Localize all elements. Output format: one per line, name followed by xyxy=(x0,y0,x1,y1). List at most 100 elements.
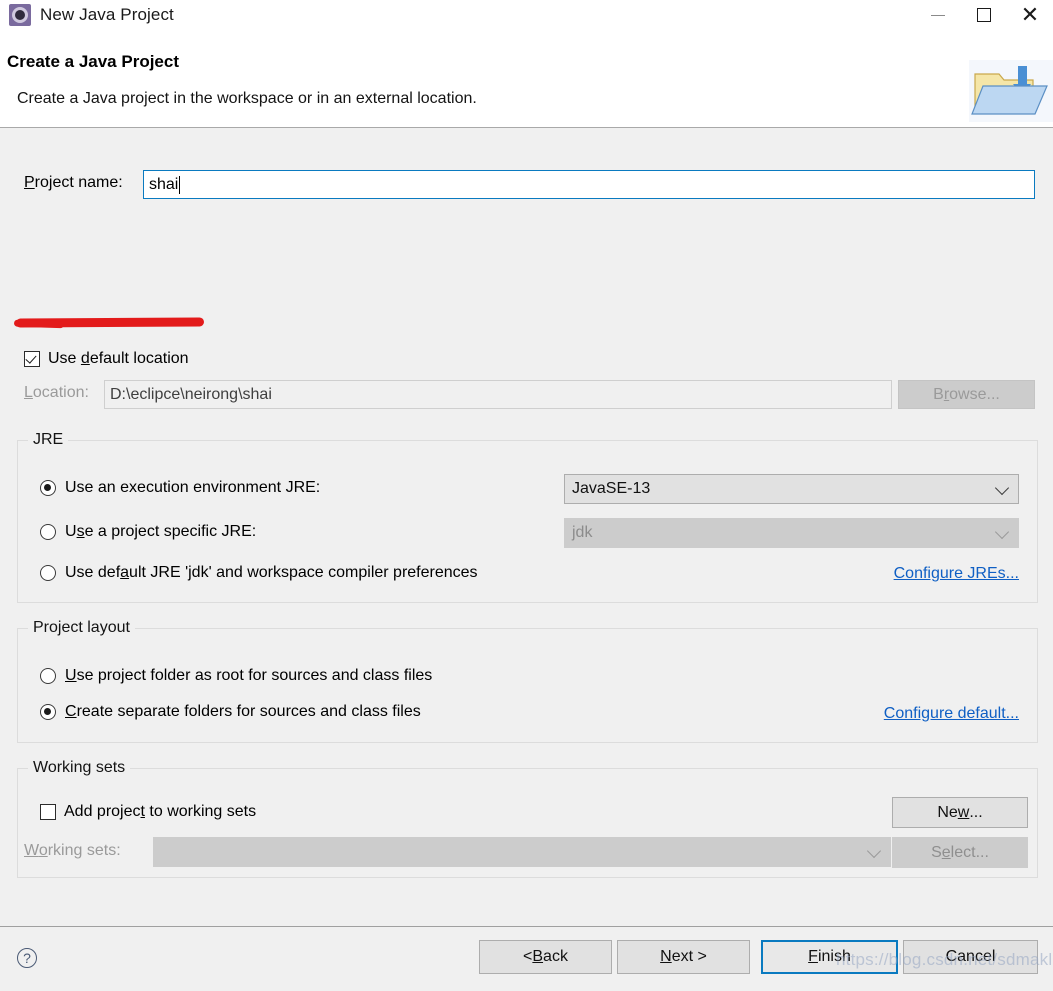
label-part-rest: se project folder as root for sources an… xyxy=(76,667,433,684)
finish-button[interactable]: Finish xyxy=(761,940,898,974)
minimize-icon xyxy=(931,14,945,16)
help-icon[interactable]: ? xyxy=(17,948,37,968)
label-part-before: Add projec xyxy=(64,803,141,820)
label-part-after: inish xyxy=(817,948,851,965)
label-part-after: Cancel xyxy=(945,948,996,965)
label-part-after: lect... xyxy=(950,843,989,861)
project-name-label-mnemonic: P xyxy=(24,174,35,191)
label-part-before: < xyxy=(523,948,533,965)
back-button[interactable]: < Back xyxy=(479,940,612,974)
cancel-button[interactable]: Cancel xyxy=(903,940,1038,974)
java-project-folder-icon xyxy=(969,60,1053,122)
radio-separate-folders[interactable]: Create separate folders for sources and … xyxy=(40,703,421,721)
project-jre-value: jdk xyxy=(572,524,593,541)
label-part-mnemonic: s xyxy=(76,523,85,540)
label-part-mnemonic: B xyxy=(532,948,544,965)
label-part-after: ack xyxy=(543,948,568,965)
radio-separate-folders-label: Create separate folders for sources and … xyxy=(65,703,421,721)
radio-icon xyxy=(40,565,56,581)
label-part-mnemonic: F xyxy=(808,948,818,965)
location-value: D:\eclipce\neirong\shai xyxy=(110,385,272,403)
use-default-location-label: Use default location xyxy=(48,350,189,368)
radio-default-jre[interactable]: Use default JRE 'jdk' and workspace comp… xyxy=(40,564,478,582)
radio-project-specific-jre[interactable]: Use a project specific JRE: xyxy=(40,523,256,541)
dialog-footer: ? < Back Next > Finish Cancel xyxy=(0,927,1053,989)
label-part-after: ult JRE 'jdk' and workspace compiler pre… xyxy=(129,564,478,581)
project-layout-group-title: Project layout xyxy=(28,619,135,637)
next-button[interactable]: Next > xyxy=(617,940,750,974)
configure-default-link[interactable]: Configure default... xyxy=(884,705,1019,723)
execution-environment-value: JavaSE-13 xyxy=(572,480,651,497)
window-controls: ✕ xyxy=(915,0,1053,30)
add-project-to-working-sets-checkbox[interactable]: Add project to working sets xyxy=(40,803,256,821)
label-part-mnemonic: w xyxy=(957,803,970,821)
radio-project-folder-root-label: Use project folder as root for sources a… xyxy=(65,667,432,685)
minimize-button[interactable] xyxy=(915,0,961,30)
label-part-mnemonic: U xyxy=(65,667,77,684)
radio-execution-environment-label: Use an execution environment JRE: xyxy=(65,479,321,496)
select-working-set-button: Se lect... xyxy=(892,837,1028,868)
label-part-before: Use def xyxy=(65,564,121,581)
chevron-down-icon xyxy=(994,524,1010,540)
red-annotation-underline xyxy=(15,317,205,328)
eclipse-wizard-icon xyxy=(9,4,31,26)
working-sets-combo xyxy=(153,837,891,867)
radio-icon xyxy=(40,524,56,540)
project-name-input[interactable]: shai xyxy=(143,170,1035,199)
close-icon: ✕ xyxy=(1020,2,1040,27)
title-bar: New Java Project ✕ xyxy=(0,0,1053,30)
radio-project-specific-label: Use a project specific JRE: xyxy=(65,523,256,541)
label-part-after: ext > xyxy=(671,948,707,965)
label-part-mnemonic: C xyxy=(65,703,77,720)
label-part-after: to working sets xyxy=(144,803,257,820)
label-part-after: e a project specific JRE: xyxy=(84,523,257,540)
label-part-mnemonic: N xyxy=(660,948,672,965)
project-layout-group: Project layout Use project folder as roo… xyxy=(17,619,1038,743)
radio-execution-environment-jre[interactable]: Use an execution environment JRE: xyxy=(40,479,320,497)
add-project-label: Add project to working sets xyxy=(64,803,256,821)
jre-group: JRE Use an execution environment JRE: Ja… xyxy=(17,431,1038,603)
label-part-mnemonic: e xyxy=(941,843,951,861)
working-sets-group: Working sets Add project to working sets… xyxy=(17,759,1038,878)
location-row: Location: D:\eclipce\neirong\shai Br owse… xyxy=(0,380,1053,409)
label-part-mnemonic: a xyxy=(120,564,130,581)
browse-button: Br owse... xyxy=(898,380,1035,409)
radio-icon xyxy=(40,480,56,496)
label-part-after: efault location xyxy=(89,350,189,367)
working-sets-label: Working sets: xyxy=(24,842,121,860)
chevron-down-icon xyxy=(994,480,1010,496)
checkbox-icon xyxy=(24,351,40,367)
project-name-row: Project name: shai xyxy=(0,170,1053,200)
working-sets-group-title: Working sets xyxy=(28,759,131,777)
execution-environment-combo[interactable]: JavaSE-13 xyxy=(564,474,1019,504)
radio-icon xyxy=(40,704,56,720)
label-part-before: Ne xyxy=(937,803,958,821)
checkbox-icon xyxy=(40,804,56,820)
configure-jres-link[interactable]: Configure JREs... xyxy=(894,565,1019,583)
browse-label-before: B xyxy=(933,385,944,403)
label-part-before: S xyxy=(931,843,942,861)
new-working-set-button[interactable]: Ne w... xyxy=(892,797,1028,828)
browse-label-after: owse... xyxy=(949,385,1000,403)
project-name-label-rest: roject name: xyxy=(34,174,123,191)
label-part-mnemonic: d xyxy=(80,350,90,367)
maximize-button[interactable] xyxy=(961,0,1007,30)
use-default-location-checkbox[interactable]: Use default location xyxy=(24,350,189,368)
jre-group-title: JRE xyxy=(28,431,69,449)
page-description: Create a Java project in the workspace o… xyxy=(17,90,477,107)
maximize-icon xyxy=(977,8,991,22)
label-part-after: rking sets: xyxy=(47,842,121,859)
project-jre-combo: jdk xyxy=(564,518,1019,548)
chevron-down-icon xyxy=(866,843,882,859)
page-title: Create a Java Project xyxy=(7,52,179,71)
location-label-rest: ocation: xyxy=(32,384,89,401)
radio-icon xyxy=(40,668,56,684)
label-part-mnemonic: o xyxy=(38,842,48,859)
radio-project-folder-root[interactable]: Use project folder as root for sources a… xyxy=(40,667,432,685)
window-title: New Java Project xyxy=(40,5,174,24)
close-button[interactable]: ✕ xyxy=(1007,0,1053,30)
text-caret xyxy=(179,175,181,194)
project-name-value: shai xyxy=(149,175,179,193)
wizard-body: Project name: shai Use default location … xyxy=(0,128,1053,927)
label-part-before: U xyxy=(65,523,77,540)
